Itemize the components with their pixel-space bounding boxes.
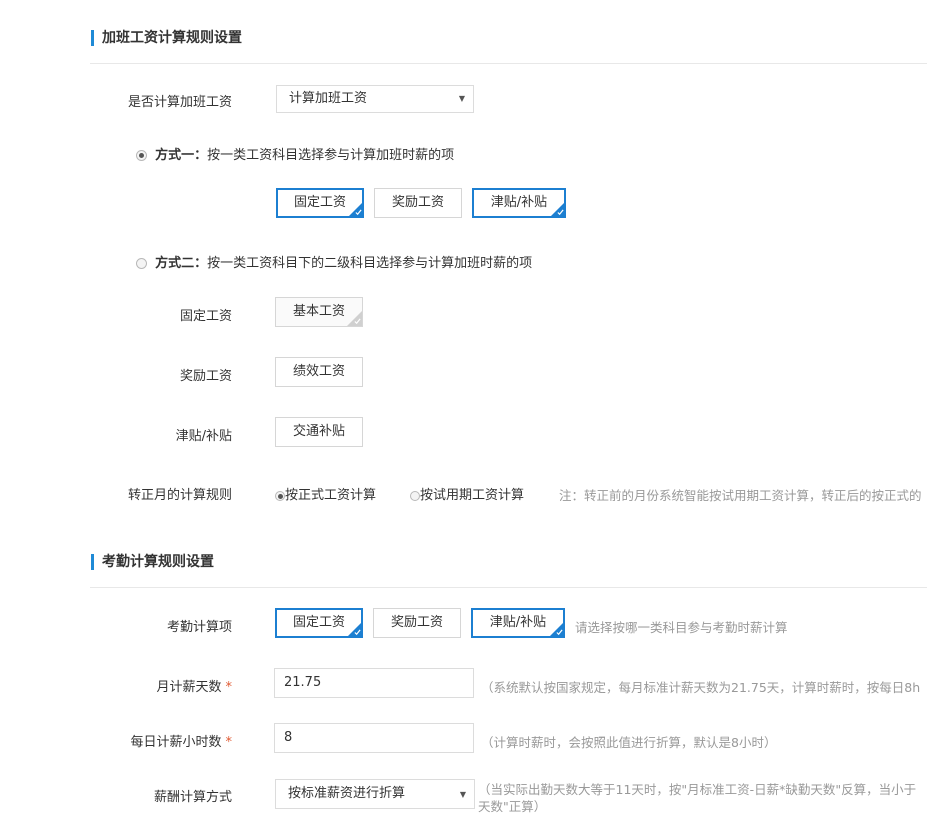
method1-chip-fixed[interactable]: 固定工资 — [276, 188, 364, 218]
attendance-chip-fixed[interactable]: 固定工资 — [275, 608, 363, 638]
chip-label: 奖励工资 — [391, 195, 444, 210]
chip-label: 津贴/补贴 — [490, 195, 548, 210]
daily-hours-hint: （计算时薪时，会按照此值进行折算，默认是8小时） — [481, 735, 777, 750]
overtime-section-title: 加班工资计算规则设置 — [91, 30, 242, 46]
section-divider — [90, 63, 927, 64]
method1-text: 按一类工资科目选择参与计算加班时薪的项 — [207, 148, 455, 163]
calc-overtime-label: 是否计算加班工资 — [127, 95, 232, 110]
attendance-chip-allowance[interactable]: 津贴/补贴 — [471, 608, 565, 638]
method1-prefix: 方式一： — [155, 148, 208, 163]
attendance-chip-bonus[interactable]: 奖励工资 — [373, 608, 461, 638]
method2-chip-basic[interactable]: 基本工资 — [275, 297, 363, 327]
salary-method-value: 按标准薪资进行折算 — [288, 786, 406, 801]
chip-label: 固定工资 — [292, 615, 345, 630]
regular-option-probation[interactable]: 按试用期工资计算 — [410, 484, 524, 503]
method2-radio[interactable] — [136, 258, 147, 269]
method2-prefix: 方式二： — [155, 256, 208, 271]
check-icon — [557, 209, 564, 216]
salary-method-select[interactable]: 按标准薪资进行折算 ▼ — [275, 779, 475, 809]
regular-probation-label: 按试用期工资计算 — [420, 488, 525, 503]
regular-formal-label: 按正式工资计算 — [285, 488, 377, 503]
monthly-days-label-text: 月计薪天数 — [156, 680, 222, 695]
method2-group-label-bonus: 奖励工资 — [179, 369, 232, 384]
regular-probation-radio[interactable] — [410, 490, 420, 501]
chip-label: 津贴/补贴 — [489, 615, 547, 630]
section-divider — [90, 587, 927, 588]
method1-radio[interactable] — [136, 150, 147, 161]
method2-group-label-fixed: 固定工资 — [179, 309, 232, 324]
chip-label: 基本工资 — [292, 304, 345, 319]
monthly-days-label: 月计薪天数 * — [82, 676, 232, 695]
required-mark: * — [225, 735, 233, 750]
check-icon — [354, 318, 361, 325]
daily-hours-label: 每日计薪小时数 * — [82, 731, 232, 750]
chevron-down-icon: ▼ — [458, 94, 465, 103]
attendance-items-hint: 请选择按哪一类科目参与考勤时薪计算 — [575, 620, 788, 635]
method2-text: 按一类工资科目下的二级科目选择参与计算加班时薪的项 — [207, 256, 533, 271]
chip-label: 固定工资 — [293, 195, 346, 210]
check-icon — [556, 629, 563, 636]
regular-formal-radio[interactable] — [275, 490, 285, 501]
method2-option[interactable]: 方式二：按一类工资科目下的二级科目选择参与计算加班时薪的项 — [136, 252, 532, 271]
method2-chip-performance[interactable]: 绩效工资 — [275, 357, 363, 387]
method1-option[interactable]: 方式一：按一类工资科目选择参与计算加班时薪的项 — [136, 144, 454, 163]
required-mark: * — [225, 680, 233, 695]
chip-label: 绩效工资 — [292, 364, 345, 379]
regular-note: 注：转正前的月份系统智能按试用期工资计算，转正后的按正式的 — [559, 488, 922, 503]
chip-label: 交通补贴 — [292, 424, 345, 439]
check-icon — [355, 209, 362, 216]
calc-overtime-value: 计算加班工资 — [289, 91, 368, 106]
monthly-days-hint: （系统默认按国家规定，每月标准计薪天数为21.75天，计算时薪时，按每日8h — [481, 680, 921, 695]
check-icon — [354, 629, 361, 636]
method1-chip-bonus[interactable]: 奖励工资 — [374, 188, 462, 218]
method2-chip-transport[interactable]: 交通补贴 — [275, 417, 363, 447]
salary-method-label: 薪酬计算方式 — [153, 790, 232, 805]
attendance-items-label: 考勤计算项 — [166, 620, 232, 635]
method1-chip-allowance[interactable]: 津贴/补贴 — [472, 188, 566, 218]
regular-option-formal[interactable]: 按正式工资计算 — [275, 484, 376, 503]
daily-hours-input[interactable]: 8 — [274, 723, 474, 753]
salary-method-hint-line2: 天数"正算） — [478, 799, 547, 814]
chip-label: 奖励工资 — [390, 615, 443, 630]
daily-hours-label-text: 每日计薪小时数 — [130, 735, 222, 750]
monthly-days-input[interactable]: 21.75 — [274, 668, 474, 698]
calc-overtime-select[interactable]: 计算加班工资 ▼ — [276, 85, 474, 113]
method2-group-label-allowance: 津贴/补贴 — [175, 429, 232, 444]
attendance-section-title: 考勤计算规则设置 — [91, 554, 214, 570]
chevron-down-icon: ▼ — [459, 790, 466, 799]
regular-month-label: 转正月的计算规则 — [127, 488, 232, 503]
